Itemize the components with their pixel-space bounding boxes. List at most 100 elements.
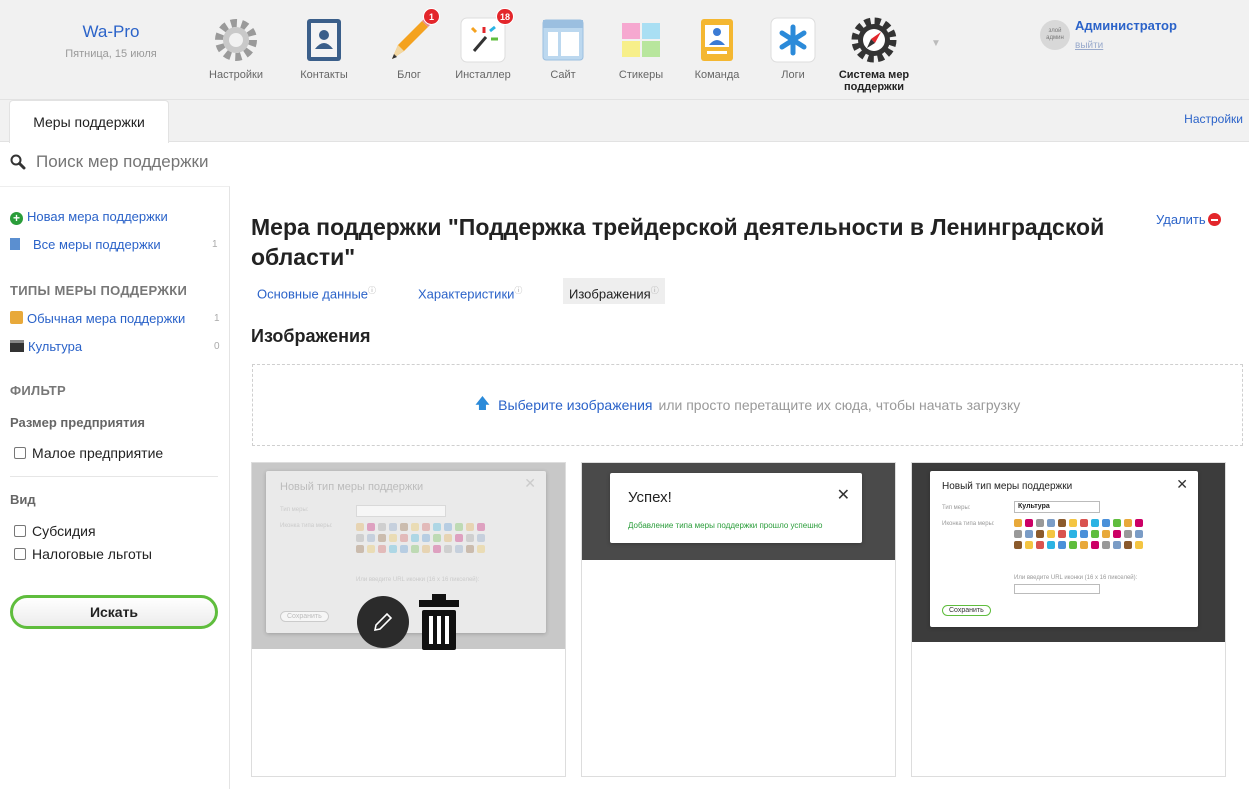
more-apps-chevron-icon[interactable]: ▼ — [931, 38, 941, 49]
checkbox-tax-benefits[interactable]: Налоговые льготы — [14, 546, 152, 562]
app-logs[interactable]: Логи — [756, 14, 830, 81]
checkbox[interactable] — [14, 525, 26, 537]
sidebar-item-type-regular[interactable]: Обычная мера поддержки — [10, 311, 185, 326]
trash-icon[interactable] — [417, 594, 461, 650]
modal-preview: Успех! ✕ Добавление типа меры поддержки … — [610, 473, 862, 543]
mini-icon — [411, 523, 419, 531]
mini-icon — [1069, 519, 1077, 527]
app-team[interactable]: Команда — [680, 14, 754, 81]
mini-icon — [1036, 519, 1044, 527]
tab-label: Основные данные — [257, 286, 369, 302]
mini-icon — [1036, 530, 1044, 538]
image-dropzone[interactable]: 🡅 Выберите изображения или просто перета… — [252, 364, 1243, 446]
team-badge-icon — [692, 14, 742, 66]
search-bar — [10, 150, 310, 174]
mini-icon — [1091, 530, 1099, 538]
kind-heading: Вид — [10, 492, 36, 507]
mini-icon — [1058, 530, 1066, 538]
mini-icon — [477, 523, 485, 531]
tab-support-measures[interactable]: Меры поддержки — [9, 100, 169, 143]
all-measures-count: 1 — [212, 239, 218, 250]
section-heading: Изображения — [251, 326, 371, 346]
settings-link[interactable]: Настройки — [1184, 112, 1243, 126]
mini-icon — [1014, 530, 1022, 538]
app-tab-row: Меры поддержки Настройки — [0, 100, 1249, 143]
mini-icon — [389, 534, 397, 542]
checkbox-subsidy[interactable]: Субсидия — [14, 523, 96, 539]
upload-arrow-icon: 🡅 — [474, 394, 491, 412]
info-icon: ⓘ — [514, 286, 523, 295]
modal-preview: Новый тип меры поддержки ✕ Тип меры: Кул… — [930, 471, 1198, 627]
logout-link[interactable]: выйти — [1075, 40, 1103, 51]
mini-icon — [389, 545, 397, 553]
tab-main-data[interactable]: Основные данныеⓘ — [257, 278, 376, 304]
mini-icon — [1025, 519, 1033, 527]
save-button: Сохранить — [280, 611, 329, 622]
pencil-icon: 1 — [384, 8, 440, 66]
mini-icon — [477, 534, 485, 542]
page-title: Мера поддержки "Поддержка трейдерской де… — [251, 214, 1105, 270]
app-label: Система мер поддержки — [838, 69, 910, 93]
checkbox-small-enterprise[interactable]: Малое предприятие — [14, 445, 163, 461]
dropzone-hint: или просто перетащите их сюда, чтобы нач… — [658, 397, 1021, 413]
gear-icon — [211, 14, 261, 66]
icon-grid — [1014, 519, 1143, 549]
sidebar-item-label: Все меры поддержки — [33, 237, 161, 252]
mini-icon — [1135, 541, 1143, 549]
sidebar-item-label: Новая мера поддержки — [27, 209, 168, 224]
sidebar-item-type-culture[interactable]: Культура — [10, 339, 82, 354]
contacts-book-icon — [299, 14, 349, 66]
find-button[interactable]: Искать — [10, 595, 218, 629]
app-settings[interactable]: Настройки — [199, 14, 273, 81]
image-thumbnail[interactable]: Новый тип меры поддержки ✕ Тип меры: Ико… — [251, 462, 566, 777]
mini-icon — [1036, 541, 1044, 549]
field-label: Тип меры: — [280, 507, 309, 513]
mini-icon — [444, 545, 452, 553]
sidebar-item-all-measures[interactable]: Все меры поддержки — [10, 237, 161, 252]
checkbox[interactable] — [14, 447, 26, 459]
app-support-system[interactable]: Система мер поддержки — [834, 14, 914, 93]
mini-icon — [378, 534, 386, 542]
mini-icon — [356, 534, 364, 542]
app-label: Стикеры — [618, 69, 664, 81]
image-thumbnail[interactable]: Успех! ✕ Добавление типа меры поддержки … — [581, 462, 896, 777]
delete-button[interactable]: Удалить — [1156, 212, 1221, 227]
app-site[interactable]: Сайт — [526, 14, 600, 81]
edit-pencil-icon[interactable] — [357, 596, 409, 648]
sidebar-item-label: Обычная мера поддержки — [27, 311, 186, 326]
mini-icon — [455, 523, 463, 531]
user-name[interactable]: Администратор — [1075, 18, 1177, 33]
logs-asterisk-icon — [768, 14, 818, 66]
tab-characteristics[interactable]: Характеристикиⓘ — [418, 278, 522, 304]
brand[interactable]: Wa-Pro Пятница, 15 июля — [46, 22, 176, 60]
sidebar-item-new-measure[interactable]: + Новая мера поддержки — [10, 209, 168, 225]
app-contacts[interactable]: Контакты — [287, 14, 361, 81]
list-icon — [10, 238, 20, 250]
mini-icon — [1135, 519, 1143, 527]
search-input[interactable] — [36, 150, 296, 174]
blog-badge: 1 — [423, 8, 440, 25]
app-header: Wa-Pro Пятница, 15 июля Настройки Контак… — [0, 0, 1249, 100]
mini-icon — [433, 545, 441, 553]
url-field — [1014, 584, 1100, 594]
type-count: 0 — [214, 341, 220, 352]
choose-images-link[interactable]: Выберите изображения — [498, 397, 652, 413]
installer-sparkle-icon: 18 — [458, 8, 514, 66]
url-hint: Или введите URL иконки (16 x 16 пикселей… — [1014, 575, 1138, 581]
app-blog[interactable]: 1 Блог — [372, 8, 446, 81]
avatar[interactable]: злой админ — [1040, 20, 1070, 50]
app-installer[interactable]: 18 Инсталлер — [446, 8, 520, 81]
checkbox[interactable] — [14, 548, 26, 560]
app-stickers[interactable]: Стикеры — [604, 14, 678, 81]
mini-icon — [1135, 530, 1143, 538]
brand-name[interactable]: Wa-Pro — [46, 22, 176, 42]
mini-icon — [433, 523, 441, 531]
tab-images[interactable]: Изображенияⓘ — [563, 278, 665, 304]
stickers-icon — [616, 14, 666, 66]
image-thumbnail[interactable]: Новый тип меры поддержки ✕ Тип меры: Кул… — [911, 462, 1226, 777]
field-label: Тип меры: — [942, 505, 971, 511]
screenshot-image: Новый тип меры поддержки ✕ Тип меры: Ико… — [252, 463, 565, 650]
mini-icon — [378, 523, 386, 531]
mini-icon — [356, 523, 364, 531]
close-icon: ✕ — [1176, 476, 1188, 492]
